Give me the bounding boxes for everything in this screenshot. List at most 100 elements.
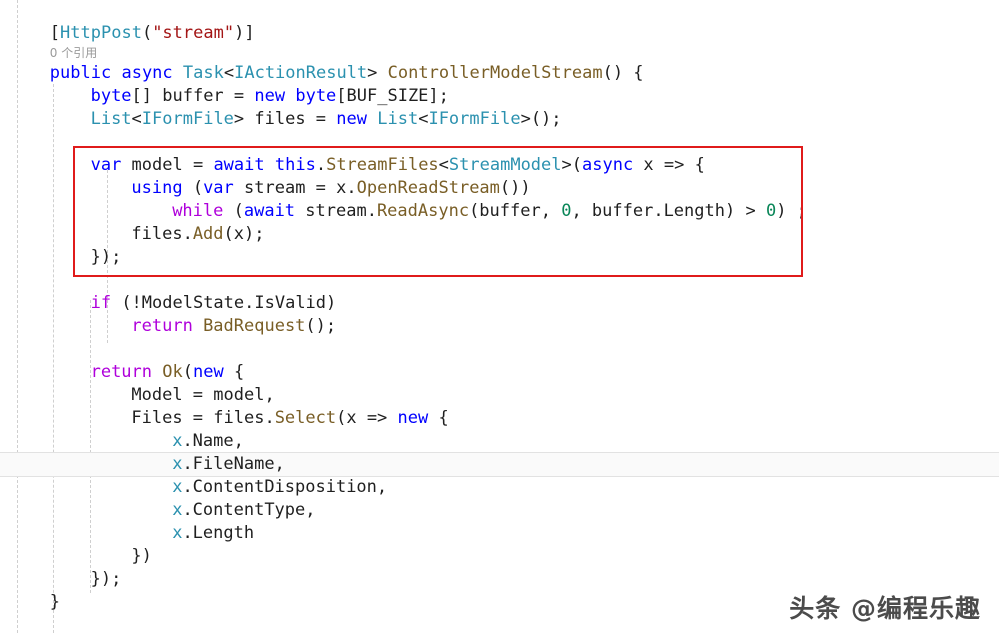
code-token: x — [172, 431, 183, 451]
code-token: < — [131, 109, 142, 129]
code-line[interactable]: x.Length — [0, 522, 999, 545]
code-token: }); — [90, 247, 122, 267]
code-line[interactable]: return Ok(new { — [0, 361, 999, 384]
code-token: < — [438, 155, 449, 175]
code-token: < — [418, 109, 429, 129]
code-token: stream = x. — [233, 178, 357, 198]
code-line[interactable]: byte[] buffer = new byte[BUF_SIZE]; — [0, 85, 999, 108]
code-token: stream. — [295, 201, 377, 221]
code-token: ) > — [724, 201, 766, 221]
code-token: 0 — [765, 201, 777, 221]
code-token: x — [172, 477, 183, 497]
code-token: ()) — [499, 178, 531, 198]
code-line[interactable]: x.ContentType, — [0, 499, 999, 522]
code-line[interactable]: Files = files.Select(x => new { — [0, 407, 999, 430]
code-token: files. — [131, 224, 193, 244]
code-token: async — [582, 155, 634, 175]
code-token: (x); — [223, 224, 265, 244]
code-token: StreamFiles — [326, 155, 439, 175]
code-token: > files = — [233, 109, 337, 129]
code-token: byte — [295, 86, 337, 106]
code-token: .FileName, — [182, 454, 285, 474]
code-token: ) — [326, 293, 337, 313]
code-token: .Name, — [182, 431, 244, 451]
code-token: using — [131, 178, 183, 198]
code-token: [] buffer = — [131, 86, 255, 106]
code-line[interactable] — [0, 338, 999, 361]
code-token: IFormFile — [141, 109, 234, 129]
code-token: ControllerModelStream — [387, 63, 603, 83]
code-line[interactable]: x.FileName, — [0, 453, 999, 476]
code-token: } — [49, 592, 61, 612]
code-token: ReadAsync — [376, 201, 470, 221]
code-token: [BUF_SIZE]; — [336, 86, 449, 106]
code-line[interactable]: Model = model, — [0, 384, 999, 407]
code-token: .ContentType, — [182, 500, 316, 520]
code-line[interactable] — [0, 131, 999, 154]
code-token: List — [90, 109, 132, 129]
code-token: var — [90, 155, 122, 175]
code-line[interactable]: [HttpPost("stream")] — [0, 22, 999, 45]
code-token: var — [203, 178, 234, 198]
code-line[interactable]: if (!ModelState.IsValid) — [0, 292, 999, 315]
code-token: this — [274, 155, 316, 175]
code-line[interactable]: }); — [0, 246, 999, 269]
code-token: .ContentDisposition, — [182, 477, 388, 497]
code-token: List — [377, 109, 419, 129]
code-editor-surface[interactable]: [HttpPost("stream")] 0 个引用 public async Ta… — [0, 0, 999, 633]
code-token: IFormFile — [428, 109, 521, 129]
code-token: { — [428, 408, 449, 428]
code-token: () { — [602, 63, 644, 83]
code-token: return — [90, 362, 153, 382]
code-token: Ok — [162, 362, 183, 382]
code-line[interactable]: return BadRequest(); — [0, 315, 999, 338]
code-line[interactable]: public async Task<IActionResult> Control… — [0, 62, 999, 85]
code-token: model = — [121, 155, 214, 175]
code-line[interactable]: while (await stream.ReadAsync(buffer, 0,… — [0, 200, 999, 223]
code-token: Add — [192, 224, 224, 244]
code-token: Length — [663, 201, 725, 221]
code-token: await — [243, 201, 296, 221]
code-line[interactable]: }) — [0, 545, 999, 568]
code-line[interactable]: x.ContentDisposition, — [0, 476, 999, 499]
code-token: async — [121, 63, 173, 83]
code-token: Task — [182, 63, 224, 83]
code-token: new — [254, 86, 286, 106]
code-token: { — [223, 362, 245, 382]
code-token: byte — [90, 86, 132, 106]
code-token: StreamModel — [448, 155, 562, 175]
code-line[interactable]: using (var stream = x.OpenReadStream()) — [0, 177, 999, 200]
code-token: (!ModelState. — [111, 293, 255, 313]
code-token: < — [223, 63, 235, 83]
code-line[interactable]: List<IFormFile> files = new List<IFormFi… — [0, 108, 999, 131]
code-line[interactable]: }); — [0, 568, 999, 591]
codelens-reference-count[interactable]: 0 个引用 — [50, 45, 97, 62]
code-token: . — [315, 155, 327, 175]
code-token: [ — [49, 23, 61, 43]
code-token: }) — [131, 546, 152, 566]
code-line[interactable] — [0, 269, 999, 292]
code-token: Model = model, — [131, 385, 275, 405]
code-token: await — [213, 155, 265, 175]
code-token: , buffer. — [571, 201, 664, 221]
code-token: x — [172, 454, 183, 474]
code-token: OpenReadStream — [356, 178, 500, 198]
code-token: ( — [182, 178, 204, 198]
code-token: )] — [234, 23, 255, 43]
code-token: ) ; — [776, 201, 807, 221]
code-line[interactable]: var model = await this.StreamFiles<Strea… — [0, 154, 999, 177]
code-line[interactable]: x.Name, — [0, 430, 999, 453]
code-line[interactable]: files.Add(x); — [0, 223, 999, 246]
code-token: > — [367, 63, 388, 83]
watermark-text: 头条 @编程乐趣 — [789, 594, 981, 623]
code-token: IActionResult — [234, 63, 368, 83]
code-token: "stream" — [152, 23, 235, 43]
code-token: >(); — [520, 109, 562, 129]
code-token: }); — [90, 569, 122, 589]
